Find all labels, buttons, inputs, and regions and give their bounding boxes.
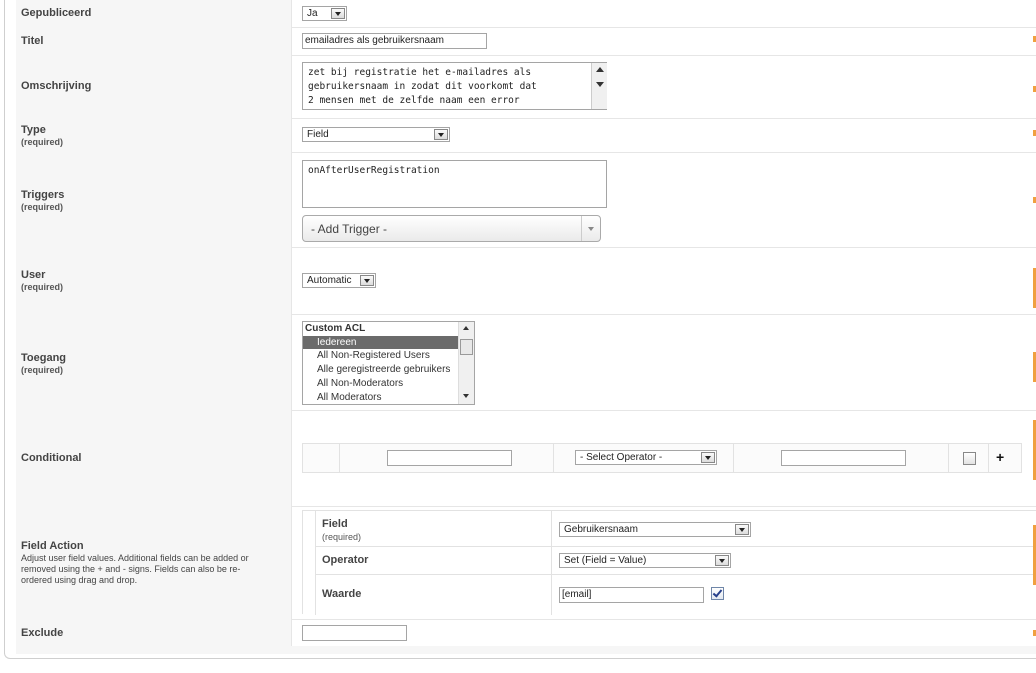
row-conditional: Conditional - Select Operator - +	[16, 410, 1036, 507]
access-group-header: Custom ACL	[305, 323, 366, 334]
published-select[interactable]: Ja	[302, 6, 347, 21]
chevron-down-icon	[331, 8, 345, 19]
fa-value-label: Waarde	[322, 588, 362, 600]
exclude-input[interactable]	[302, 625, 407, 641]
triggers-label: Triggers	[21, 189, 65, 201]
chevron-down-icon	[434, 129, 448, 140]
scroll-thumb[interactable]	[460, 339, 473, 355]
description-textarea[interactable]: zet bij registratie het e-mailadres als …	[302, 62, 607, 110]
published-label: Gepubliceerd	[21, 7, 92, 19]
fa-value-input[interactable]: [email]	[559, 587, 704, 603]
fa-field-required: (required)	[322, 532, 362, 542]
add-trigger-select[interactable]: - Add Trigger -	[302, 215, 601, 242]
conditional-value-input[interactable]	[781, 450, 906, 466]
row-exclude: Exclude	[16, 619, 1036, 646]
triggers-required: (required)	[21, 202, 64, 212]
user-required: (required)	[21, 282, 64, 292]
chevron-down-icon	[360, 275, 374, 286]
conditional-rule: - Select Operator - +	[302, 443, 1022, 473]
type-select[interactable]: Field	[302, 127, 450, 142]
row-title: Titel emailadres als gebruikersnaam	[16, 27, 1036, 56]
conditional-field-input[interactable]	[387, 450, 512, 466]
chevron-down-icon	[735, 524, 749, 535]
conditional-checkbox[interactable]	[963, 452, 976, 465]
access-option[interactable]: All Moderators	[317, 392, 381, 403]
exclude-label: Exclude	[21, 627, 64, 639]
add-condition-button[interactable]: +	[996, 449, 1004, 465]
row-user: User (required) Automatic	[16, 247, 1036, 315]
access-required: (required)	[21, 365, 64, 375]
fa-value-checkbox[interactable]	[711, 587, 724, 600]
type-required: (required)	[21, 137, 64, 147]
textarea-scrollbar[interactable]	[591, 63, 607, 109]
chevron-down-icon	[701, 452, 715, 463]
scroll-up-icon[interactable]	[463, 326, 469, 330]
fa-operator-select[interactable]: Set (Field = Value)	[559, 553, 731, 568]
access-option[interactable]: All Non-Moderators	[317, 378, 403, 389]
checkmark-icon	[712, 587, 723, 598]
row-access: Toegang (required) Custom ACL Iedereen A…	[16, 314, 1036, 411]
triggers-textarea[interactable]: onAfterUserRegistration	[302, 160, 607, 208]
form-panel: Gepubliceerd Ja Titel emailadres als geb…	[4, 0, 1036, 659]
fa-field-select[interactable]: Gebruikersnaam	[559, 522, 751, 537]
user-label: User	[21, 269, 46, 281]
fa-field-label: Field	[322, 518, 348, 530]
row-field-action: Field Action Adjust user field values. A…	[16, 506, 1036, 620]
field-action-table: Field (required) Gebruikersnaam Operator…	[302, 510, 1036, 615]
row-published: Gepubliceerd Ja	[16, 0, 1036, 28]
listbox-scrollbar[interactable]	[458, 322, 474, 404]
access-listbox[interactable]: Custom ACL Iedereen All Non-Registered U…	[302, 321, 475, 405]
scroll-down-icon[interactable]	[463, 394, 469, 398]
access-option[interactable]: Alle geregistreerde gebruikers	[317, 364, 450, 375]
field-action-label: Field Action	[21, 540, 84, 552]
row-triggers: Triggers (required) onAfterUserRegistrat…	[16, 152, 1036, 248]
conditional-operator-select[interactable]: - Select Operator -	[575, 450, 717, 465]
title-label: Titel	[21, 35, 44, 47]
title-input[interactable]: emailadres als gebruikersnaam	[302, 33, 487, 49]
scroll-up-icon[interactable]	[596, 67, 604, 72]
user-select[interactable]: Automatic	[302, 273, 376, 288]
row-description: Omschrijving zet bij registratie het e-m…	[16, 55, 1036, 119]
conditional-label: Conditional	[21, 452, 82, 464]
scroll-down-icon[interactable]	[596, 82, 604, 87]
chevron-down-icon	[715, 555, 729, 566]
fa-operator-label: Operator	[322, 554, 369, 566]
access-label: Toegang	[21, 352, 67, 364]
access-option[interactable]: All Non-Registered Users	[317, 350, 430, 361]
chevron-down-icon	[588, 227, 594, 231]
access-option[interactable]: Iedereen	[303, 336, 458, 349]
field-action-description: Adjust user field values. Additional fie…	[21, 553, 249, 585]
type-label: Type	[21, 124, 46, 136]
description-label: Omschrijving	[21, 80, 92, 92]
row-type: Type (required) Field	[16, 118, 1036, 153]
